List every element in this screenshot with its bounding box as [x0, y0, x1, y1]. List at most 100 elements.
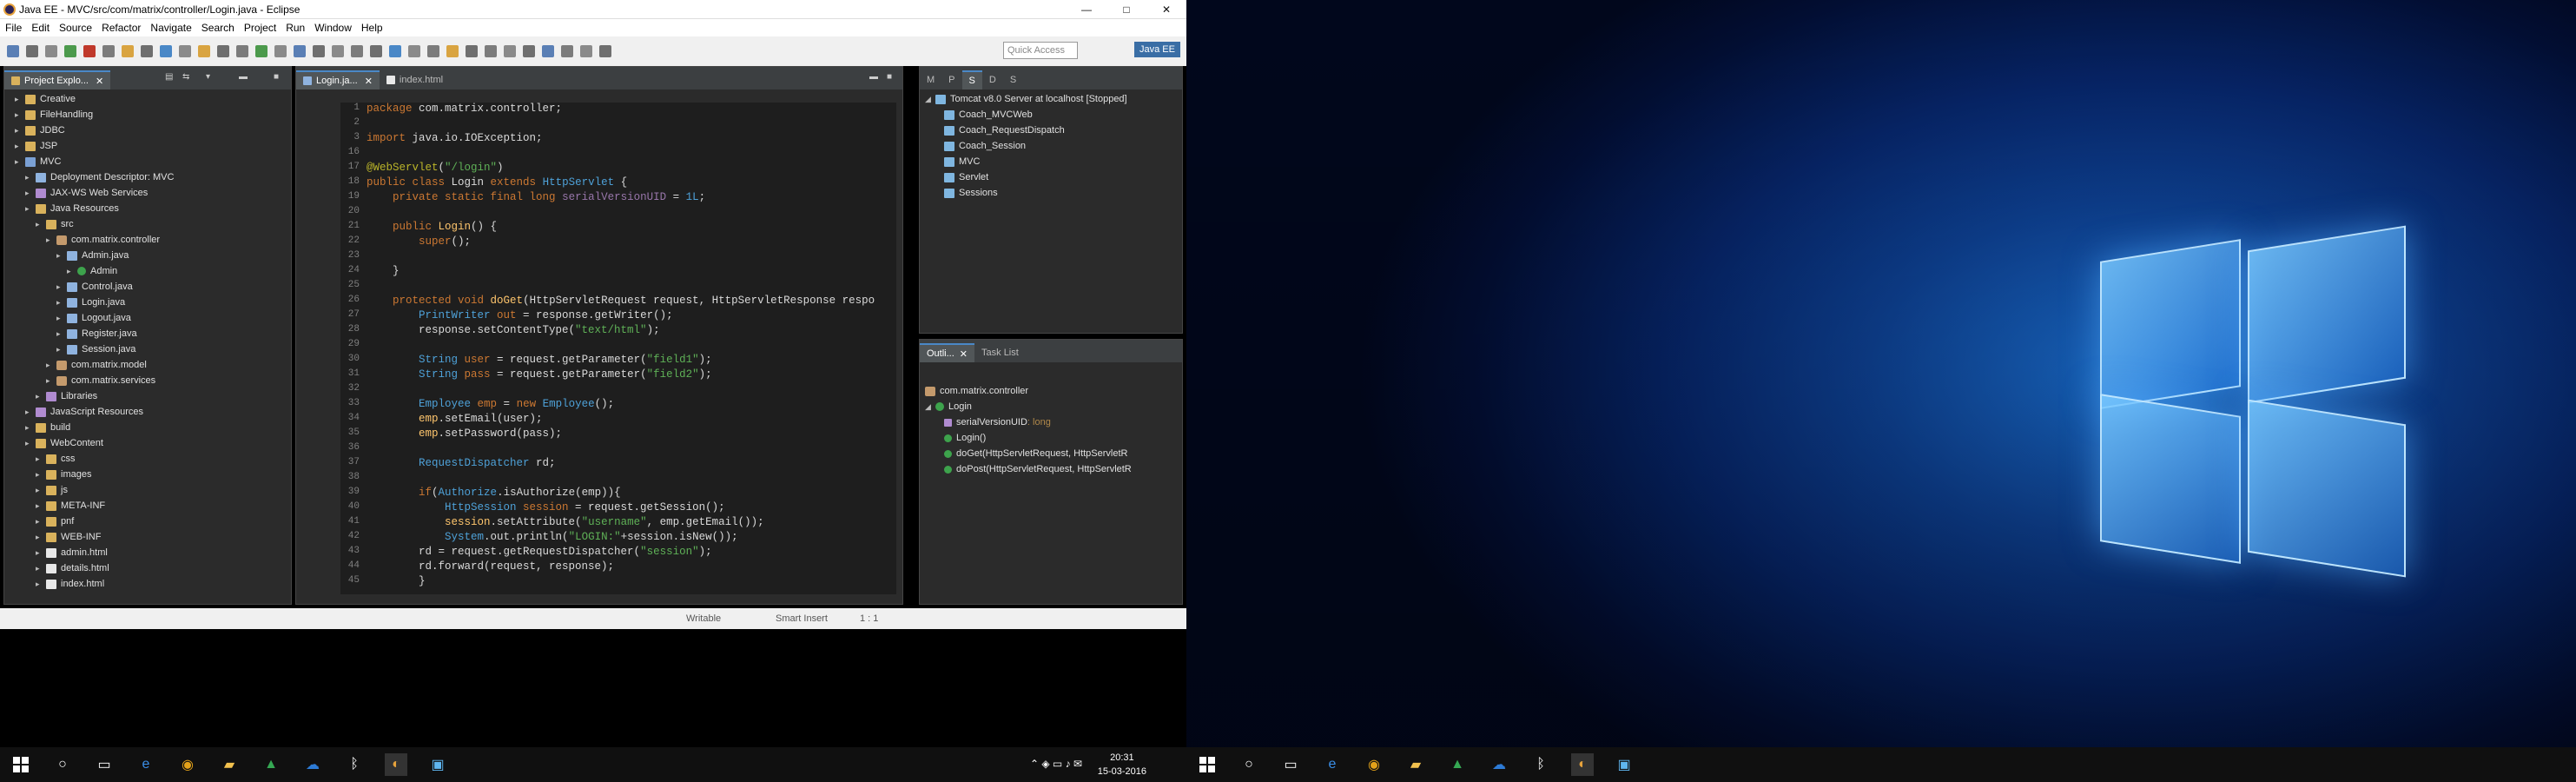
file-explorer-icon[interactable]: ▰ — [1404, 753, 1427, 776]
eclipse-taskbar-icon[interactable]: ◐ — [1571, 753, 1594, 776]
chevron-icon[interactable]: ▸ — [56, 295, 65, 310]
menu-file[interactable]: File — [5, 22, 22, 34]
chevron-icon[interactable]: ▸ — [15, 138, 23, 154]
chevron-icon[interactable]: ▸ — [15, 154, 23, 169]
close-icon[interactable]: ✕ — [365, 76, 373, 87]
chevron-icon[interactable]: ▸ — [36, 514, 44, 529]
tab-task-list[interactable]: Task List — [974, 343, 1026, 362]
tab-login-java[interactable]: Login.ja... ✕ — [296, 70, 380, 89]
chevron-icon[interactable]: ▸ — [15, 107, 23, 123]
tab-view-3[interactable]: D — [982, 70, 1003, 89]
chevron-icon[interactable]: ▸ — [36, 216, 44, 232]
photos-icon[interactable]: ▣ — [426, 753, 449, 776]
minimize-view-icon[interactable]: ▬ — [239, 72, 248, 82]
chevron-icon[interactable]: ▸ — [46, 373, 55, 388]
toolbar-button-icon[interactable] — [236, 45, 248, 57]
outline-member[interactable]: doGet(HttpServletRequest, HttpServletR — [925, 446, 1182, 461]
tab-view-0[interactable]: M — [920, 70, 941, 89]
toolbar-button-icon[interactable] — [255, 45, 268, 57]
file-explorer-icon[interactable]: ▰ — [218, 753, 241, 776]
server-module[interactable]: Sessions — [925, 185, 1182, 201]
photos-icon[interactable]: ▣ — [1613, 753, 1635, 776]
maximize-view-icon[interactable]: ■ — [274, 72, 279, 82]
tree-item[interactable]: ▸ FileHandling — [4, 107, 291, 123]
tab-view-4[interactable]: S — [1003, 70, 1023, 89]
chevron-icon[interactable]: ▸ — [36, 545, 44, 560]
menu-window[interactable]: Window — [314, 22, 352, 34]
task-view-icon[interactable]: ▭ — [93, 753, 116, 776]
server-module[interactable]: MVC — [925, 154, 1182, 169]
chevron-icon[interactable]: ▸ — [25, 169, 34, 185]
tree-item[interactable]: ▸ Admin — [4, 263, 291, 279]
edge-icon[interactable]: e — [135, 753, 157, 776]
tree-item[interactable]: ▸ Control.java — [4, 279, 291, 295]
chevron-down-icon[interactable]: ◢ — [925, 91, 934, 107]
toolbar-button-icon[interactable] — [313, 45, 325, 57]
tree-item[interactable]: ▸ details.html — [4, 560, 291, 576]
google-drive-icon[interactable]: ▲ — [1446, 753, 1469, 776]
collapse-all-icon[interactable]: ▤ — [165, 72, 173, 82]
toolbar-button-icon[interactable] — [217, 45, 229, 57]
chevron-icon[interactable]: ▸ — [36, 388, 44, 404]
bluetooth-icon[interactable]: ᛒ — [1529, 753, 1552, 776]
onedrive-icon[interactable]: ☁ — [1488, 753, 1510, 776]
chevron-icon[interactable]: ▸ — [46, 232, 55, 248]
tree-item[interactable]: ▸ WebContent — [4, 435, 291, 451]
toolbar-button-icon[interactable] — [408, 45, 420, 57]
chevron-icon[interactable]: ▸ — [25, 435, 34, 451]
tree-item[interactable]: ▸ build — [4, 420, 291, 435]
tab-view-1[interactable]: P — [941, 70, 961, 89]
close-button[interactable]: ✕ — [1146, 0, 1186, 19]
server-module[interactable]: Servlet — [925, 169, 1182, 185]
start-button[interactable] — [1196, 753, 1219, 776]
chrome-icon[interactable]: ◉ — [176, 753, 199, 776]
chevron-icon[interactable]: ▸ — [25, 420, 34, 435]
menu-search[interactable]: Search — [201, 22, 234, 34]
toolbar-button-icon[interactable] — [45, 45, 57, 57]
toolbar-button-icon[interactable] — [427, 45, 439, 57]
chevron-icon[interactable]: ▸ — [36, 467, 44, 482]
minimize-button[interactable]: — — [1067, 0, 1106, 19]
tree-item[interactable]: ▸ com.matrix.controller — [4, 232, 291, 248]
toolbar-button-icon[interactable] — [7, 45, 19, 57]
chevron-icon[interactable]: ▸ — [36, 576, 44, 592]
toolbar-button-icon[interactable] — [26, 45, 38, 57]
toolbar-button-icon[interactable] — [198, 45, 210, 57]
tree-item[interactable]: ▸ Logout.java — [4, 310, 291, 326]
onedrive-icon[interactable]: ☁ — [301, 753, 324, 776]
chevron-icon[interactable]: ▸ — [36, 529, 44, 545]
tree-item[interactable]: ▸ Creative — [4, 91, 291, 107]
toolbar-button-icon[interactable] — [141, 45, 153, 57]
system-tray-icons[interactable]: ⌃ ◈ ▭ ♪ ✉ — [1030, 758, 1082, 770]
server-module[interactable]: Coach_MVCWeb — [925, 107, 1182, 123]
chevron-icon[interactable]: ▸ — [67, 263, 76, 279]
chevron-icon[interactable]: ▸ — [56, 248, 65, 263]
toolbar-button-icon[interactable] — [332, 45, 344, 57]
start-button[interactable] — [10, 753, 32, 776]
toolbar-button-icon[interactable] — [504, 45, 516, 57]
chevron-icon[interactable]: ▸ — [56, 341, 65, 357]
toolbar-button-icon[interactable] — [446, 45, 459, 57]
tree-item[interactable]: ▸ Admin.java — [4, 248, 291, 263]
chevron-icon[interactable]: ▸ — [56, 310, 65, 326]
toolbar-button-icon[interactable] — [351, 45, 363, 57]
maximize-view-icon[interactable]: ■ — [887, 72, 892, 82]
tree-item[interactable]: ▸ index.html — [4, 576, 291, 592]
chevron-icon[interactable]: ▸ — [56, 326, 65, 341]
toolbar-button-icon[interactable] — [485, 45, 497, 57]
chevron-icon[interactable]: ▸ — [25, 201, 34, 216]
toolbar-button-icon[interactable] — [561, 45, 573, 57]
minimize-view-icon[interactable]: ▬ — [869, 72, 878, 82]
chevron-down-icon[interactable]: ◢ — [925, 399, 934, 414]
toolbar-button-icon[interactable] — [466, 45, 478, 57]
tree-item[interactable]: ▸ com.matrix.services — [4, 373, 291, 388]
tab-project-explorer[interactable]: Project Explo... ✕ — [4, 70, 111, 89]
close-icon[interactable]: ✕ — [96, 76, 103, 87]
server-node[interactable]: ◢ Tomcat v8.0 Server at localhost [Stoppe… — [925, 91, 1182, 107]
toolbar-button-icon[interactable] — [274, 45, 287, 57]
outline-member[interactable]: Login() — [925, 430, 1182, 446]
task-view-icon[interactable]: ▭ — [1279, 753, 1302, 776]
toolbar-button-icon[interactable] — [523, 45, 535, 57]
tree-item[interactable]: ▸ Deployment Descriptor: MVC — [4, 169, 291, 185]
toolbar-button-icon[interactable] — [102, 45, 115, 57]
